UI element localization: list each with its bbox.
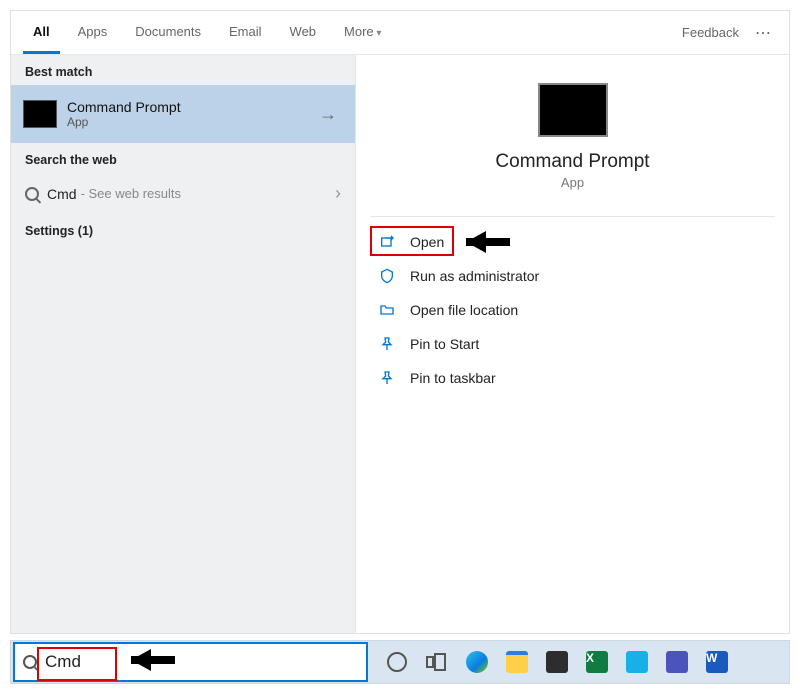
search-icon — [25, 187, 39, 201]
taskbar-icons: X W — [384, 649, 730, 675]
task-view-icon[interactable] — [424, 649, 450, 675]
action-run-admin[interactable]: Run as administrator — [356, 259, 789, 293]
tab-documents[interactable]: Documents — [125, 12, 211, 54]
pin-start-icon — [378, 335, 396, 353]
annotation-arrow-open — [466, 231, 528, 253]
app-hero: Command Prompt App — [356, 55, 789, 210]
action-open-label: Open — [410, 234, 444, 250]
divider — [370, 216, 775, 217]
details-pane: Command Prompt App Open Run as administr… — [356, 55, 789, 633]
tab-web[interactable]: Web — [280, 12, 327, 54]
search-icon — [23, 655, 37, 669]
action-open[interactable]: Open — [356, 225, 789, 259]
tab-email[interactable]: Email — [219, 12, 272, 54]
word-icon[interactable]: W — [704, 649, 730, 675]
web-hint: - See web results — [81, 186, 181, 201]
annotation-arrow-search — [131, 649, 193, 671]
app-subtitle: App — [561, 175, 584, 190]
action-open-location[interactable]: Open file location — [356, 293, 789, 327]
tab-more[interactable]: More — [334, 12, 391, 54]
action-run-admin-label: Run as administrator — [410, 268, 539, 284]
tab-all[interactable]: All — [23, 12, 60, 54]
kodi-icon[interactable] — [624, 649, 650, 675]
folder-icon — [378, 301, 396, 319]
teams-icon[interactable] — [664, 649, 690, 675]
action-pin-taskbar[interactable]: Pin to taskbar — [356, 361, 789, 395]
filter-tabs: All Apps Documents Email Web More Feedba… — [11, 11, 789, 55]
chevron-right-icon: › — [335, 183, 341, 204]
best-match-item[interactable]: Command Prompt App → — [11, 85, 355, 143]
results-left-pane: Best match Command Prompt App → Search t… — [11, 55, 356, 633]
excel-icon[interactable]: X — [584, 649, 610, 675]
best-match-subtitle: App — [67, 115, 313, 129]
action-pin-taskbar-label: Pin to taskbar — [410, 370, 496, 386]
command-prompt-icon — [23, 100, 57, 128]
expand-arrow-icon[interactable]: → — [313, 104, 343, 125]
search-input[interactable] — [45, 652, 358, 672]
web-result-item[interactable]: Cmd - See web results › — [11, 173, 355, 214]
settings-label: Settings (1) — [11, 214, 355, 244]
store-icon[interactable] — [544, 649, 570, 675]
file-explorer-icon[interactable] — [504, 649, 530, 675]
open-icon — [378, 233, 396, 251]
search-web-label: Search the web — [11, 143, 355, 173]
app-title: Command Prompt — [495, 151, 649, 173]
results-body: Best match Command Prompt App → Search t… — [11, 55, 789, 633]
more-options-icon[interactable]: ⋯ — [749, 23, 777, 43]
edge-icon[interactable] — [464, 649, 490, 675]
web-query: Cmd — [47, 186, 77, 202]
action-pin-start-label: Pin to Start — [410, 336, 479, 352]
best-match-label: Best match — [11, 55, 355, 85]
action-pin-start[interactable]: Pin to Start — [356, 327, 789, 361]
search-panel: All Apps Documents Email Web More Feedba… — [10, 10, 790, 634]
tab-apps[interactable]: Apps — [68, 12, 118, 54]
feedback-link[interactable]: Feedback — [672, 13, 749, 52]
taskbar: X W — [10, 640, 790, 684]
action-open-location-label: Open file location — [410, 302, 518, 318]
cortana-icon[interactable] — [384, 649, 410, 675]
command-prompt-large-icon — [538, 83, 608, 137]
pin-taskbar-icon — [378, 369, 396, 387]
best-match-title: Command Prompt — [67, 99, 313, 115]
admin-icon — [378, 267, 396, 285]
